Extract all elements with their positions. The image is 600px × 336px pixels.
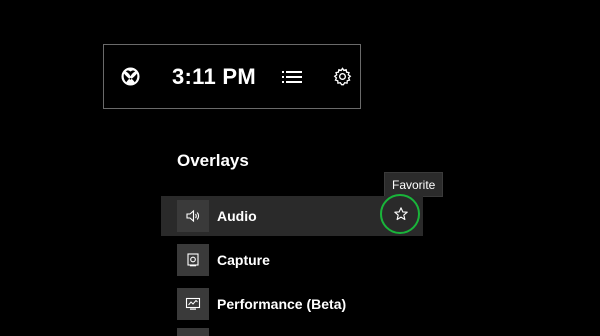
overlay-item-label: Audio — [217, 208, 257, 224]
favorite-tooltip: Favorite — [384, 172, 444, 197]
list-icon[interactable] — [282, 69, 302, 85]
gear-icon[interactable] — [333, 67, 352, 86]
performance-icon — [177, 288, 209, 320]
star-outline-icon — [393, 206, 409, 222]
clock-time: 3:11 PM — [172, 64, 257, 89]
overlay-item-next-icon-box — [177, 328, 209, 336]
overlay-item-audio[interactable]: Audio — [161, 194, 423, 236]
capture-icon — [177, 244, 209, 276]
overlay-item-capture[interactable]: Capture — [161, 240, 423, 280]
speaker-icon — [177, 200, 209, 232]
overlay-item-label: Performance (Beta) — [217, 296, 347, 312]
game-bar-page: 3:11 PM Overlays Favorite Audio Capture … — [0, 0, 600, 336]
overlays-heading: Overlays — [177, 151, 249, 170]
game-bar-top-bar: 3:11 PM — [103, 44, 361, 109]
overlay-item-label: Capture — [217, 252, 270, 268]
overlay-item-performance[interactable]: Performance (Beta) — [161, 284, 423, 324]
favorite-button[interactable] — [380, 194, 420, 234]
xbox-logo-icon[interactable] — [121, 67, 140, 86]
